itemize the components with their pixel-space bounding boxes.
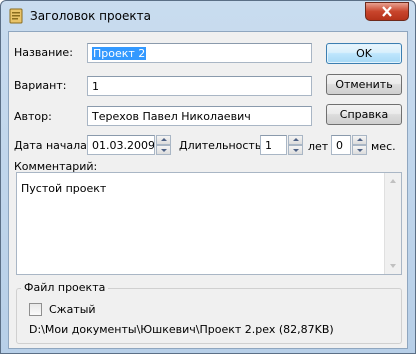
spin-down-icon[interactable] xyxy=(288,145,303,155)
spin-up-icon[interactable] xyxy=(288,135,303,145)
scroll-down-icon[interactable] xyxy=(390,264,396,268)
project-file-legend: Файл проекта xyxy=(21,281,109,294)
dialog-body: Название: Проект 2 Вариант: 1 Автор: Тер… xyxy=(8,31,408,349)
dialog-window: Заголовок проекта Название: Проект 2 Вар… xyxy=(0,0,416,354)
close-icon xyxy=(382,6,392,17)
project-file-path: D:\Мои документы\Юшкевич\Проект 2.pex (8… xyxy=(29,323,334,336)
name-label: Название: xyxy=(14,46,73,59)
spin-up-icon[interactable] xyxy=(156,135,171,145)
spin-up-icon[interactable] xyxy=(352,135,367,145)
cancel-button[interactable]: Отменить xyxy=(326,74,402,95)
spin-down-icon[interactable] xyxy=(352,145,367,155)
compressed-checkbox[interactable] xyxy=(29,303,42,316)
months-unit: мес. xyxy=(371,140,396,153)
years-spinner[interactable] xyxy=(288,135,303,155)
months-spinner[interactable] xyxy=(352,135,367,155)
close-button[interactable] xyxy=(365,2,409,21)
scroll-up-icon[interactable] xyxy=(390,179,396,183)
author-field[interactable]: Терехов Павел Николаевич xyxy=(87,106,312,126)
years-unit: лет xyxy=(308,140,329,153)
name-field[interactable]: Проект 2 xyxy=(87,43,312,63)
comment-scrollbar[interactable] xyxy=(384,173,401,274)
variant-label: Вариант: xyxy=(14,79,67,92)
spin-down-icon[interactable] xyxy=(156,145,171,155)
compressed-label[interactable]: Сжатый xyxy=(49,303,96,316)
years-field[interactable]: 1 xyxy=(260,135,287,155)
comment-textarea[interactable]: Пустой проект xyxy=(16,172,402,275)
variant-field[interactable]: 1 xyxy=(87,76,312,96)
months-field[interactable]: 0 xyxy=(331,135,351,155)
ok-button[interactable]: OK xyxy=(326,43,402,64)
window-title: Заголовок проекта xyxy=(30,9,151,23)
name-value: Проект 2 xyxy=(92,47,147,60)
start-date-spinner[interactable] xyxy=(156,135,171,155)
project-icon xyxy=(9,8,23,24)
comment-text: Пустой проект xyxy=(21,182,107,195)
start-date-field[interactable]: 01.03.2009 xyxy=(87,135,155,155)
duration-label: Длительность: xyxy=(179,139,266,152)
start-date-label: Дата начала: xyxy=(14,139,91,152)
help-button[interactable]: Справка xyxy=(326,104,402,125)
title-bar[interactable]: Заголовок проекта xyxy=(1,1,415,31)
author-label: Автор: xyxy=(14,110,52,123)
